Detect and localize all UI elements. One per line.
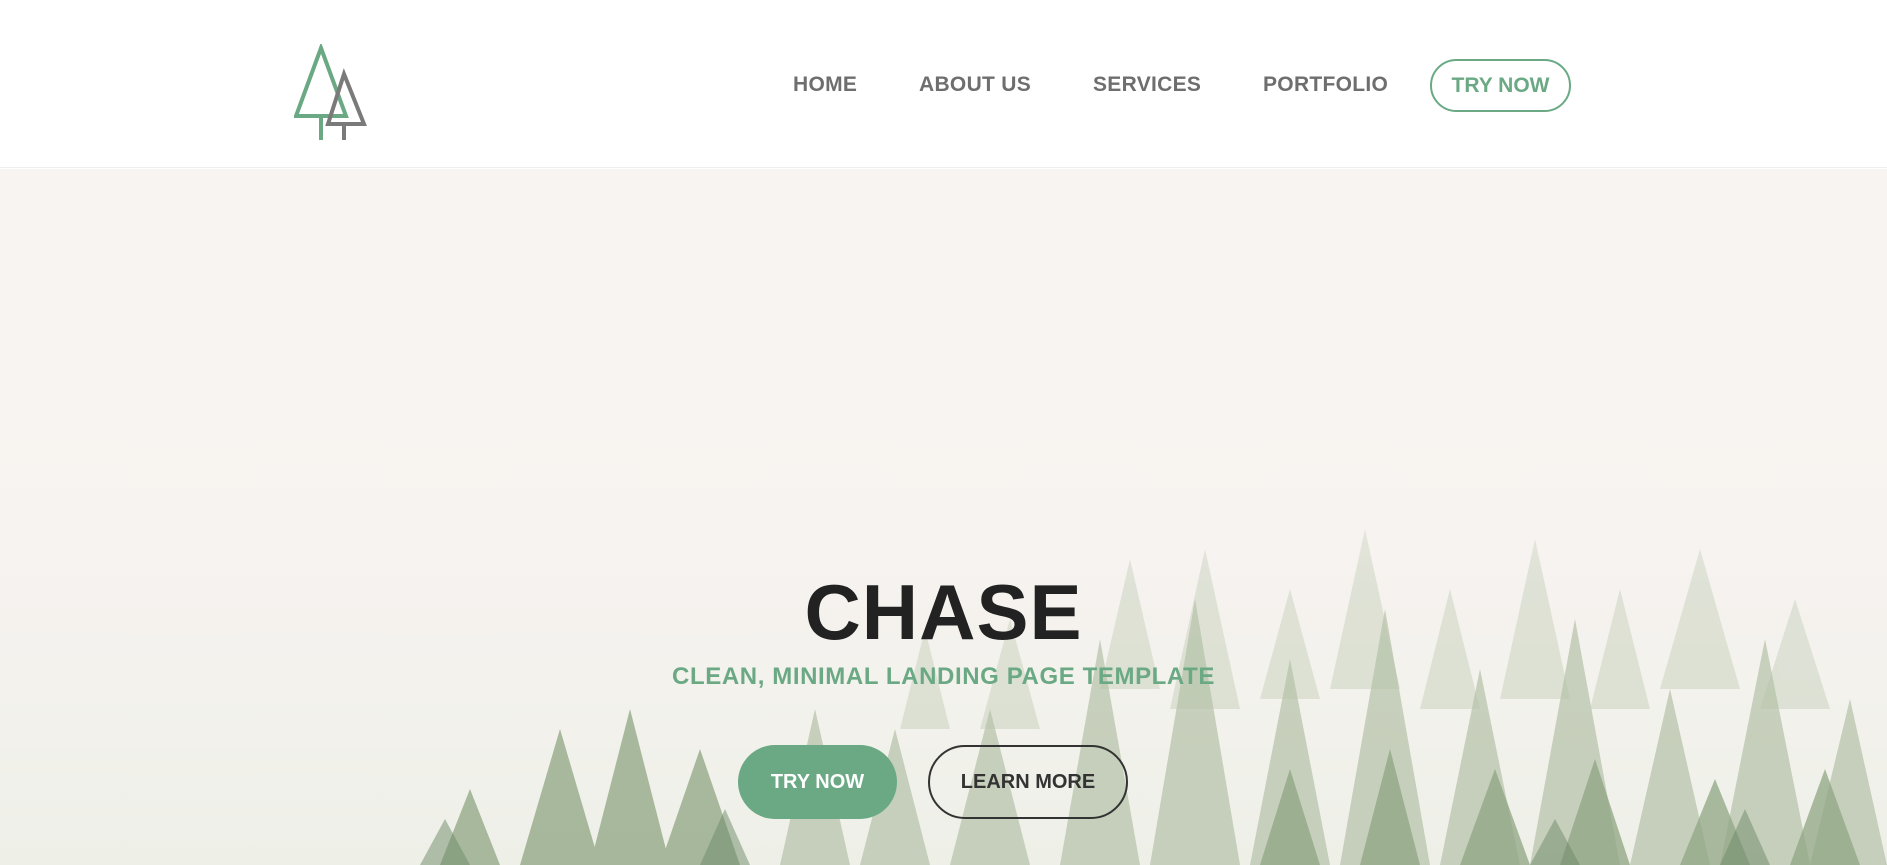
learn-more-button[interactable]: LEARN MORE (928, 745, 1128, 819)
nav-try-now-button[interactable]: TRY NOW (1430, 59, 1571, 112)
landing-page: HOME ABOUT US SERVICES PORTFOLIO TRY NOW (0, 0, 1887, 865)
site-header: HOME ABOUT US SERVICES PORTFOLIO TRY NOW (0, 0, 1887, 168)
nav-about-link[interactable]: ABOUT US (919, 73, 1031, 97)
try-now-button[interactable]: TRY NOW (738, 745, 897, 819)
main-nav: HOME ABOUT US SERVICES PORTFOLIO TRY NOW (0, 59, 1887, 113)
nav-portfolio-link[interactable]: PORTFOLIO (1263, 73, 1388, 97)
nav-home-link[interactable]: HOME (793, 73, 857, 97)
hero-section: CHASE CLEAN, MINIMAL LANDING PAGE TEMPLA… (0, 169, 1887, 865)
nav-services-link[interactable]: SERVICES (1093, 73, 1201, 97)
hero-title: CHASE (804, 568, 1083, 657)
hero-subtitle: CLEAN, MINIMAL LANDING PAGE TEMPLATE (672, 663, 1215, 690)
